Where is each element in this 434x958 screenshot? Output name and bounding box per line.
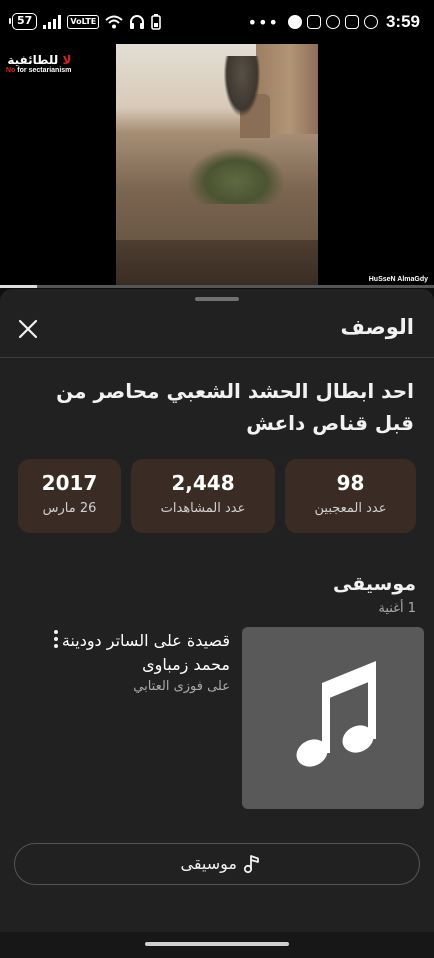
bush: [188, 148, 284, 204]
stat-value: 98: [336, 471, 365, 495]
stat-label: عدد المشاهدات: [160, 501, 246, 516]
stat-value: 2017: [41, 471, 98, 495]
watermark-no-ar: لا: [62, 53, 72, 67]
description-sheet: الوصف احد ابطال الحشد الشعبي محاصر من قب…: [0, 289, 434, 958]
track-artwork[interactable]: [242, 627, 424, 809]
divider: [0, 357, 434, 358]
status-left: 57 VoLTE: [8, 13, 162, 30]
navigation-bar: [0, 932, 434, 958]
video-credit: HuSseN AlmaGdy: [368, 276, 428, 283]
more-vert-icon[interactable]: [50, 629, 62, 649]
watermark-text-ar: للطائفية: [7, 53, 59, 67]
progress-bar[interactable]: [0, 285, 434, 288]
stat-label: عدد المعجبين: [314, 501, 387, 516]
stats-row: 98 عدد المعجبين 2,448 عدد المشاهدات 2017…: [18, 459, 416, 533]
stat-date: 2017 26 مارس: [18, 459, 121, 533]
watermark: لا للطائفية No for sectarianism: [6, 53, 71, 74]
wifi-icon: [105, 15, 123, 28]
facebook-icon: [287, 15, 302, 29]
watermark-text-en: for sectarianism: [17, 67, 72, 74]
music-note-icon: [243, 855, 259, 874]
music-note-icon: [296, 661, 376, 767]
close-icon[interactable]: [16, 317, 40, 341]
volte-icon: VoLTE: [67, 14, 100, 29]
stat-likes: 98 عدد المعجبين: [285, 459, 416, 533]
status-bar: 57 VoLTE ••• 3:59: [0, 0, 434, 44]
video-title: احد ابطال الحشد الشعبي محاصر من قبل قناص…: [56, 379, 414, 435]
instagram-icon: [344, 15, 359, 29]
headphones-icon: [130, 15, 145, 29]
progress-fill: [0, 285, 37, 288]
music-button-label: موسيقى: [180, 854, 238, 873]
signal-icon: [43, 14, 62, 29]
soldier-figure: [224, 56, 260, 116]
video-player[interactable]: لا للطائفية No for sectarianism HuSseN A…: [0, 44, 434, 288]
battery-charging-icon: [151, 13, 162, 30]
stat-views: 2,448 عدد المشاهدات: [131, 459, 275, 533]
music-button[interactable]: موسيقى: [14, 843, 420, 885]
stat-label: 26 مارس: [42, 501, 97, 516]
trench: [116, 240, 318, 288]
track-info[interactable]: قصيدة على الساتر دودينة محمد زمباوى على …: [60, 629, 230, 694]
messenger-icon: [325, 15, 340, 29]
overflow-dots: •••: [247, 12, 279, 32]
track-title: قصيدة على الساتر دودينة محمد زمباوى: [61, 631, 230, 674]
clock: 3:59: [385, 12, 420, 31]
drag-handle[interactable]: [195, 297, 239, 301]
track-artist: على فوزى العتابي: [133, 679, 230, 694]
music-heading: موسيقى: [332, 573, 416, 595]
instagram-icon: [306, 15, 321, 29]
whatsapp-icon: [363, 15, 378, 29]
sheet-title: الوصف: [340, 315, 414, 339]
home-gesture-pill[interactable]: [145, 942, 289, 946]
battery-icon: 57: [8, 13, 38, 30]
stat-value: 2,448: [171, 471, 235, 495]
watermark-no-en: No: [6, 67, 16, 74]
video-frame: [116, 44, 318, 288]
status-right: ••• 3:59: [248, 12, 420, 32]
song-count: 1 أغنية: [378, 601, 416, 616]
wall: [240, 44, 318, 138]
